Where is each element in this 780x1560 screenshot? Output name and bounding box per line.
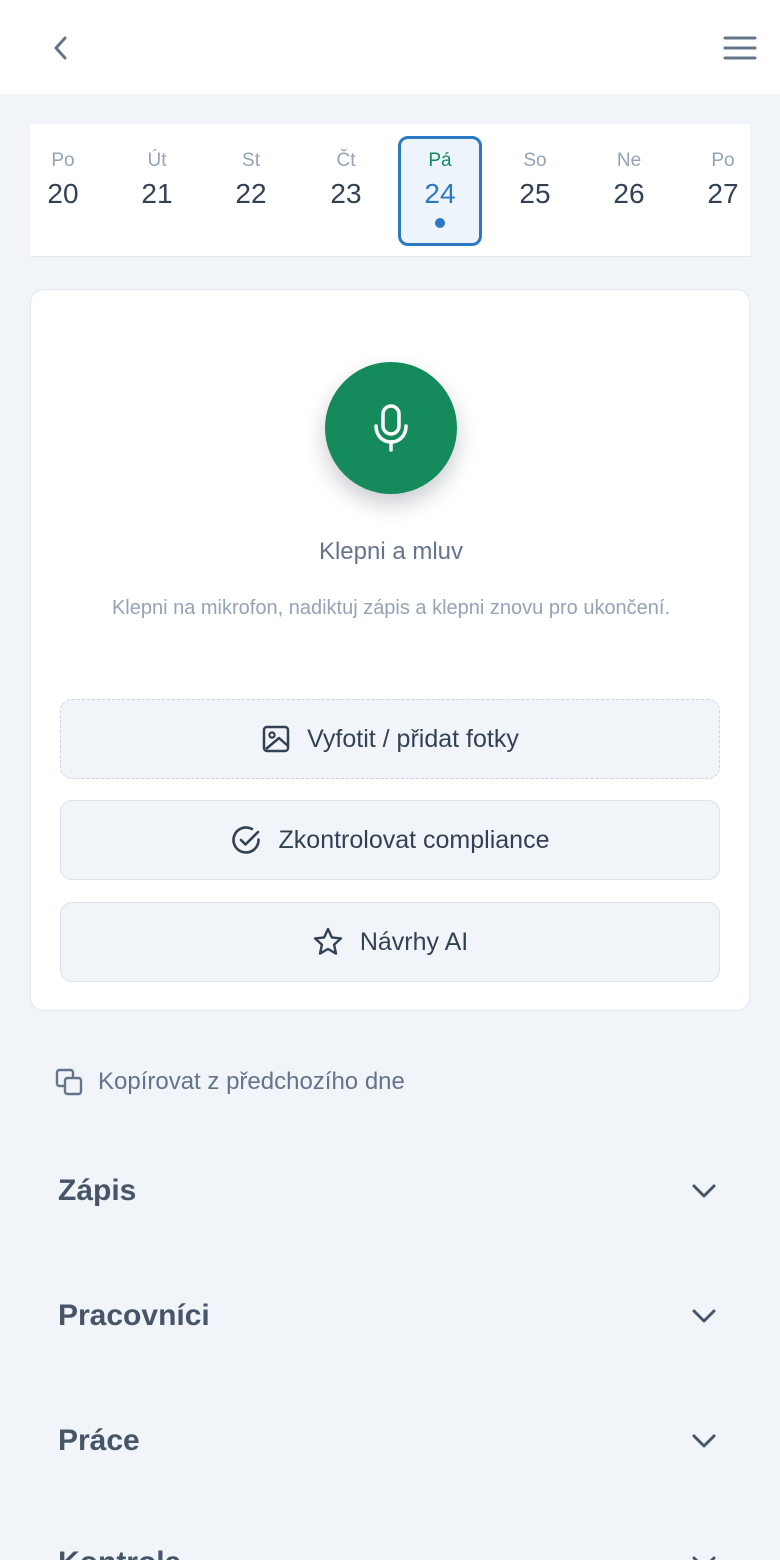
check-compliance-label: Zkontrolovat compliance <box>278 825 550 854</box>
copy-previous-day-link[interactable]: Kopírovat z předchozího dne <box>54 1064 405 1100</box>
back-button[interactable] <box>40 28 82 68</box>
menu-button[interactable] <box>718 28 762 68</box>
chevron-down-icon <box>690 1307 718 1325</box>
day-number: 20 <box>47 178 79 209</box>
day-number: 23 <box>330 178 362 209</box>
section-pracovnici[interactable]: Pracovníci <box>30 1268 750 1364</box>
section-prace[interactable]: Práce <box>30 1393 750 1489</box>
add-photos-label: Vyfotit / přidat fotky <box>307 724 519 753</box>
day-name: Čt <box>336 150 356 171</box>
star-icon <box>312 926 344 958</box>
day-number: 22 <box>235 178 267 209</box>
day-name: St <box>242 150 260 171</box>
section-title: Kontrola <box>58 1546 181 1560</box>
chevron-down-icon <box>690 1554 718 1560</box>
day-24-selected[interactable]: Pá 24 <box>398 136 482 246</box>
add-photos-button[interactable]: Vyfotit / přidat fotky <box>60 699 720 779</box>
top-bar <box>0 0 780 94</box>
day-23[interactable]: Čt 23 <box>304 136 388 246</box>
day-number: 21 <box>141 178 173 209</box>
chevron-left-icon <box>54 36 67 60</box>
copy-icon <box>55 1068 83 1096</box>
voice-entry-card: Klepni a mluv Klepni na mikrofon, nadikt… <box>30 289 750 1011</box>
hamburger-menu-icon <box>723 36 757 60</box>
microphone-button[interactable] <box>325 362 457 494</box>
day-number: 27 <box>707 178 739 209</box>
image-icon <box>261 724 291 754</box>
microphone-icon <box>374 404 408 452</box>
section-title: Práce <box>58 1424 140 1457</box>
chevron-down-icon <box>690 1432 718 1450</box>
day-20[interactable]: Po 20 <box>21 136 105 246</box>
entry-indicator-dot <box>435 218 445 228</box>
day-name: Ne <box>616 150 642 171</box>
day-22[interactable]: St 22 <box>209 136 293 246</box>
chevron-down-icon <box>690 1182 718 1200</box>
day-27[interactable]: Po 27 <box>681 136 765 246</box>
voice-hint: Klepni na mikrofon, nadiktuj zápis a kle… <box>111 597 671 619</box>
day-name: Út <box>147 150 167 171</box>
section-zapis[interactable]: Zápis <box>30 1143 750 1239</box>
day-number: 25 <box>519 178 551 209</box>
ai-suggestions-button[interactable]: Návrhy AI <box>60 902 720 982</box>
check-compliance-button[interactable]: Zkontrolovat compliance <box>60 800 720 880</box>
day-name: Pá <box>428 150 452 171</box>
week-day-picker: Po 20 Út 21 St 22 Čt 23 Pá 24 So 25 Ne 2… <box>30 124 750 257</box>
section-title: Pracovníci <box>58 1299 210 1332</box>
copy-previous-day-label: Kopírovat z předchozího dne <box>98 1068 405 1095</box>
day-26[interactable]: Ne 26 <box>587 136 671 246</box>
day-name: Po <box>51 150 75 171</box>
ai-suggestions-label: Návrhy AI <box>359 927 469 956</box>
day-name: So <box>523 150 547 171</box>
day-name: Po <box>711 150 735 171</box>
day-number: 24 <box>424 178 456 209</box>
day-21[interactable]: Út 21 <box>115 136 199 246</box>
section-kontrola[interactable]: Kontrola <box>30 1518 750 1560</box>
section-title: Zápis <box>58 1174 137 1207</box>
day-number: 26 <box>613 178 645 209</box>
day-25[interactable]: So 25 <box>493 136 577 246</box>
check-circle-icon <box>231 824 263 856</box>
voice-title: Klepni a mluv <box>318 538 464 565</box>
